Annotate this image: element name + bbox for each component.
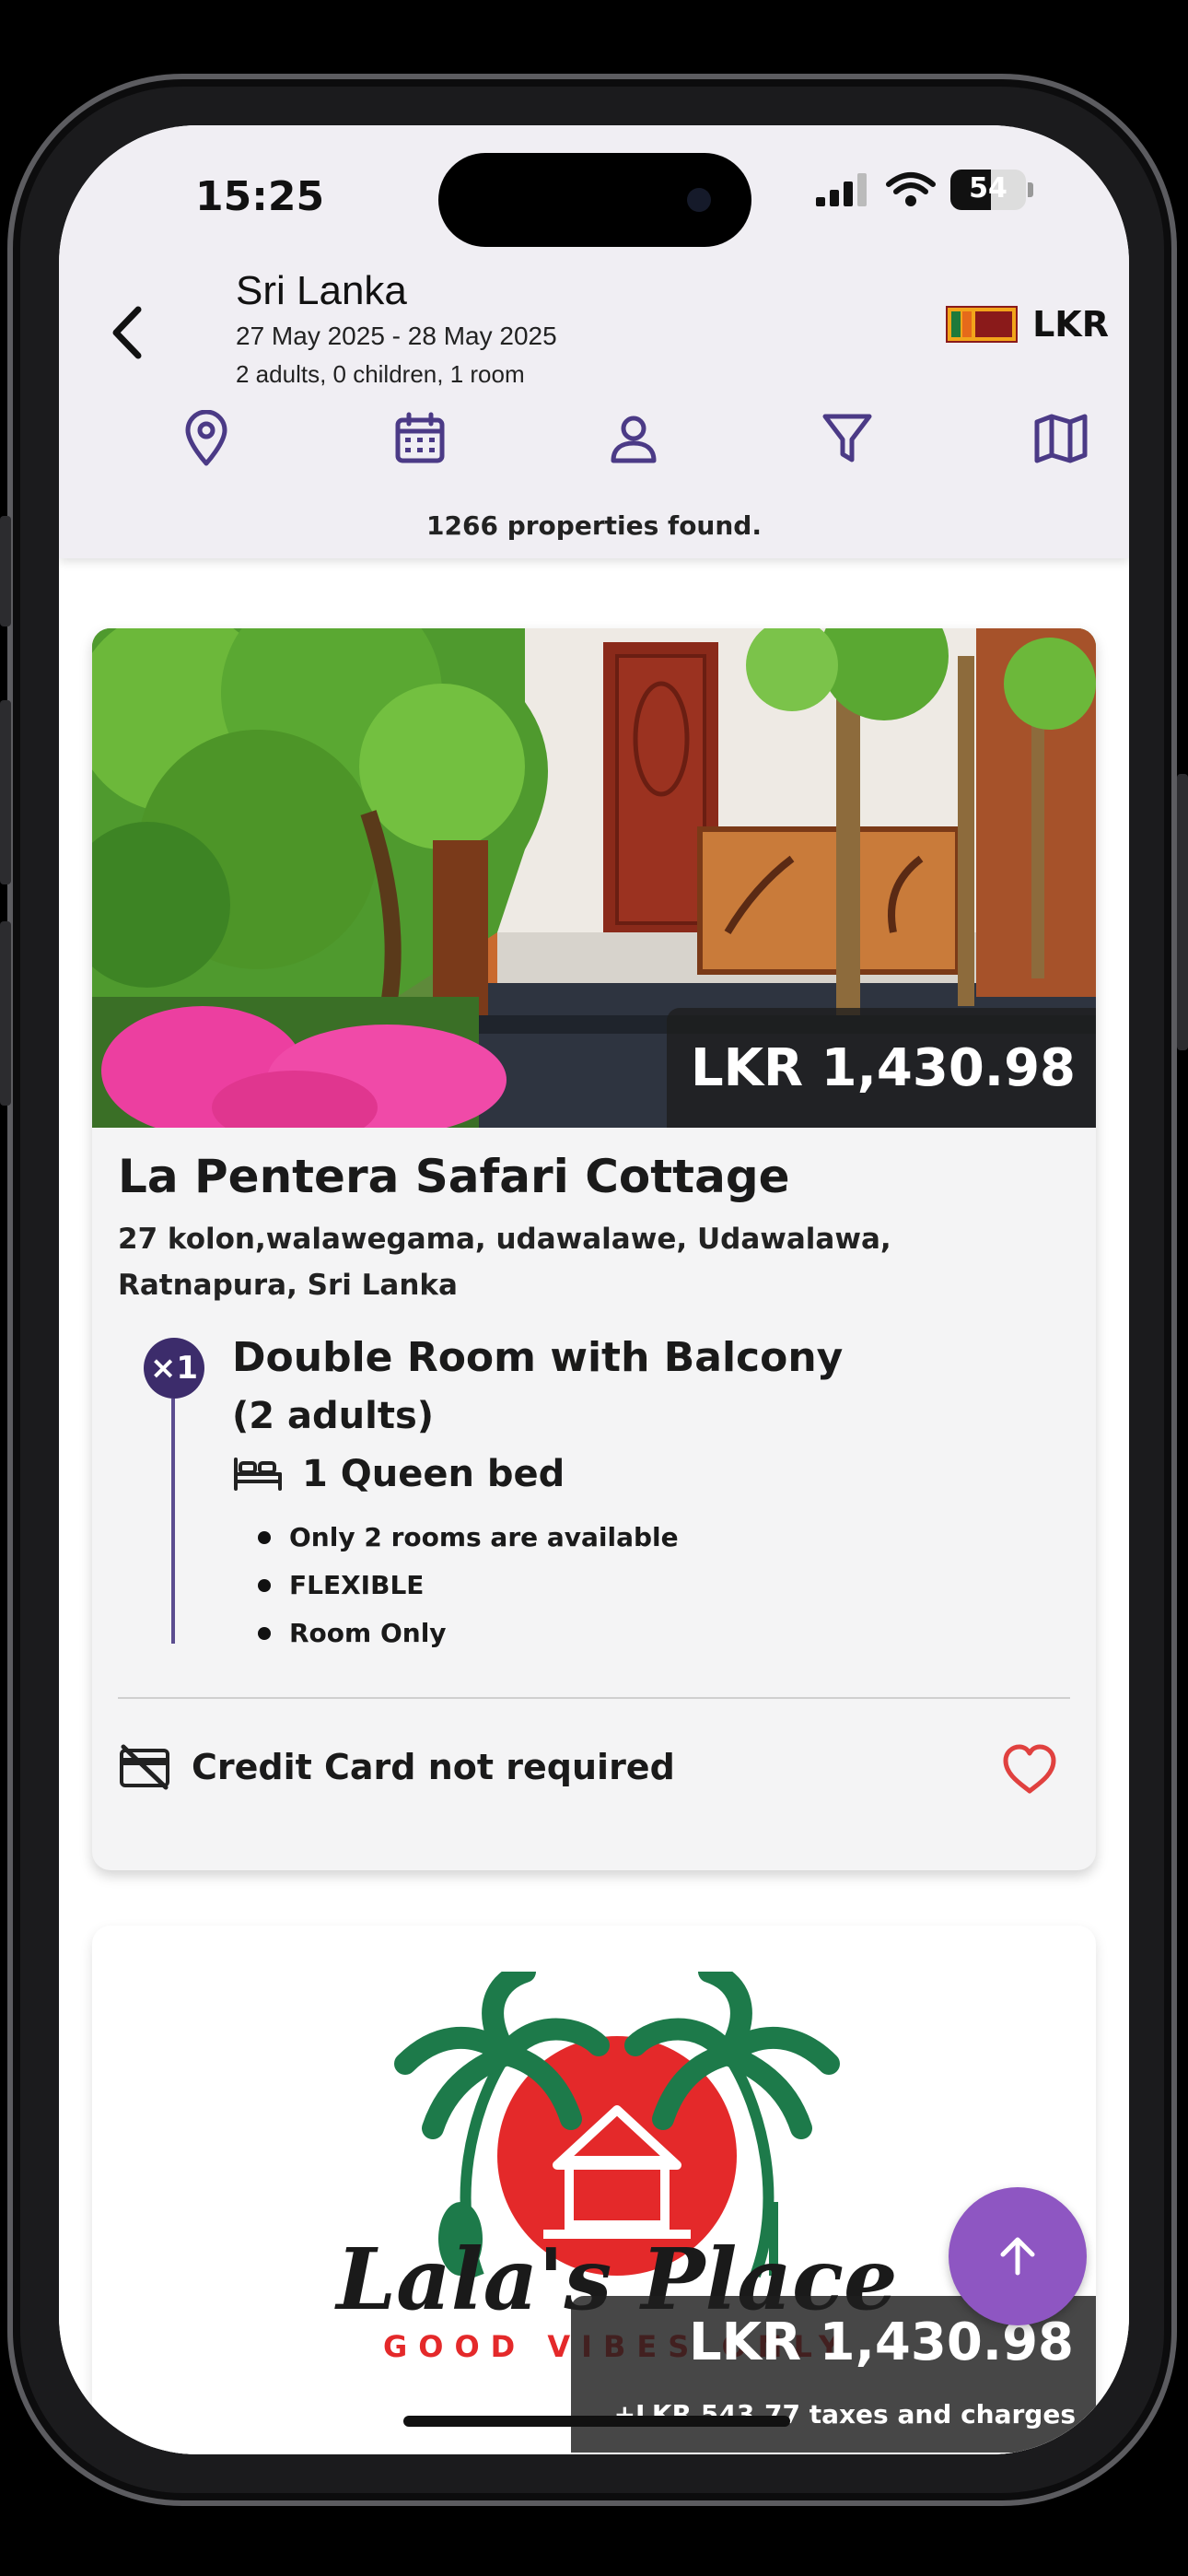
location-button[interactable] (169, 402, 243, 475)
bullet-icon (258, 1578, 271, 1592)
card-divider (118, 1697, 1070, 1699)
results-count: 1266 properties found. (426, 510, 762, 541)
credit-card-note: Credit Card not required (118, 1743, 675, 1791)
person-icon (611, 416, 657, 463)
status-time: 15:25 (195, 173, 325, 220)
power-button (1177, 774, 1188, 1050)
filter-button[interactable] (810, 402, 884, 475)
bed-info: 1 Queen bed (232, 1453, 565, 1495)
favorite-button[interactable] (1000, 1741, 1059, 1797)
sri-lanka-flag-icon (946, 306, 1019, 343)
property-name[interactable]: La Pentera Safari Cottage (118, 1150, 790, 1203)
room-timeline-line (171, 1399, 175, 1644)
calendar-icon (395, 412, 445, 463)
results-list[interactable]: LKR 1,430.98 La Pentera Safari Cottage 2… (59, 558, 1129, 2454)
room-feature-text: FLEXIBLE (289, 1570, 425, 1600)
status-icons: 54 (814, 170, 1033, 210)
dates-button[interactable] (383, 402, 457, 475)
room-quantity-badge: ×1 (144, 1338, 204, 1399)
room-feature-text: Only 2 rooms are available (289, 1522, 679, 1552)
home-indicator[interactable] (403, 2416, 790, 2427)
arrow-up-icon (1000, 2237, 1035, 2276)
battery-tip (1028, 182, 1033, 197)
camera-icon (687, 188, 711, 212)
price-tag: LKR 1,430.98 (666, 1008, 1096, 1128)
no-credit-card-icon (120, 1744, 169, 1790)
search-header: 15:25 54 Sri Lanka 27 May 2025 - 28 May … (59, 125, 1129, 558)
credit-card-note-text: Credit Card not required (192, 1747, 675, 1787)
battery-percent: 54 (969, 172, 1007, 205)
chevron-left-icon (112, 306, 142, 359)
bullet-icon (258, 1530, 271, 1544)
room-feature: Only 2 rooms are available (258, 1522, 679, 1552)
room-name: Double Room with Balcony (232, 1334, 844, 1381)
currency-selector[interactable]: LKR (946, 304, 1109, 345)
room-feature: Room Only (258, 1618, 447, 1648)
location-pin-icon (185, 410, 227, 466)
date-range: 27 May 2025 - 28 May 2025 (236, 322, 557, 350)
property-address: 27 kolon,walawegama, udawalawe, Udawalaw… (118, 1223, 891, 1302)
bed-text: 1 Queen bed (302, 1453, 565, 1495)
scroll-to-top-button[interactable] (949, 2187, 1087, 2325)
action-button (0, 516, 11, 626)
volume-up-button (0, 700, 11, 884)
bullet-icon (258, 1626, 271, 1640)
volume-down-button (0, 921, 11, 1106)
back-button[interactable] (96, 291, 160, 374)
property-card[interactable]: Lala's Place GOOD VIBES ONLY LKR 1,430.9… (92, 1926, 1096, 2454)
guest-summary: 2 adults, 0 children, 1 room (236, 360, 525, 388)
dynamic-island (438, 153, 751, 247)
currency-code: LKR (1032, 304, 1109, 345)
cellular-signal-icon (816, 173, 867, 206)
property-card[interactable]: LKR 1,430.98 La Pentera Safari Cottage 2… (92, 628, 1096, 1870)
heart-icon (1003, 1744, 1056, 1794)
bed-icon (234, 1458, 282, 1491)
filter-icon (822, 414, 872, 463)
room-occupancy: (2 adults) (232, 1395, 435, 1437)
map-icon (1034, 414, 1088, 463)
battery-icon: 54 (950, 170, 1026, 210)
guests-button[interactable] (597, 402, 670, 475)
destination-title[interactable]: Sri Lanka (236, 268, 407, 314)
search-toolbar (59, 402, 1129, 485)
property-photo[interactable]: LKR 1,430.98 (92, 628, 1096, 1128)
app-screen: 15:25 54 Sri Lanka 27 May 2025 - 28 May … (59, 125, 1129, 2454)
wifi-icon (886, 172, 936, 206)
map-button[interactable] (1024, 402, 1098, 475)
room-feature-text: Room Only (289, 1618, 447, 1648)
room-feature: FLEXIBLE (258, 1570, 424, 1600)
